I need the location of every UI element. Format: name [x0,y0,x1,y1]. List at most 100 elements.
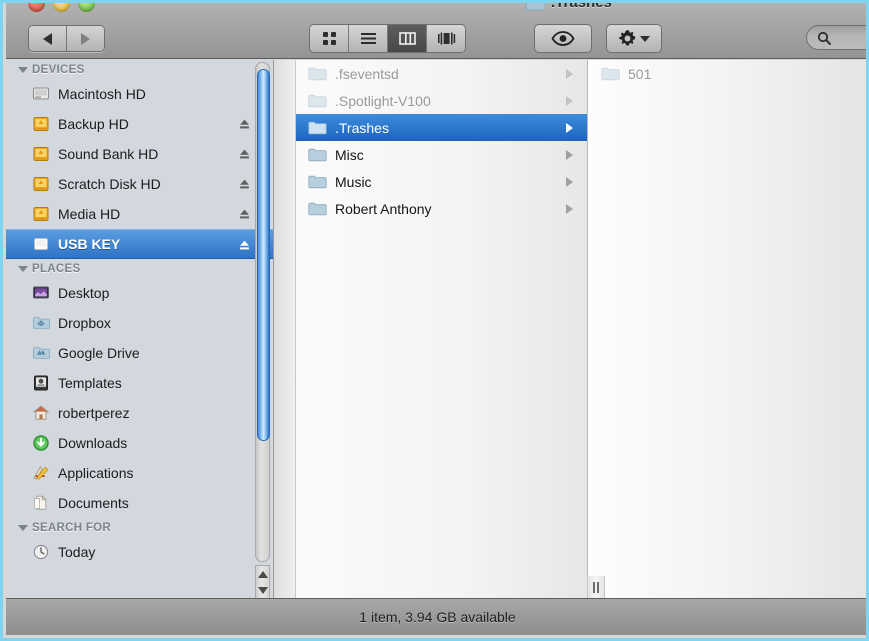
folder-icon [308,174,327,189]
folder-icon [525,0,545,11]
column-gutter [274,60,296,601]
folder-icon [601,66,620,81]
item-name: Robert Anthony [335,201,432,217]
forward-button[interactable] [66,26,104,51]
chevron-left-icon [43,33,52,45]
eject-icon[interactable] [238,178,251,191]
sidebar-item-applications[interactable]: Applications [6,458,273,488]
sidebar-item-sound-bank-hd[interactable]: Sound Bank HD [6,139,273,169]
templates-icon [32,374,50,392]
chevron-right-icon[interactable] [566,150,573,160]
sidebar-section-header[interactable]: PLACES [6,259,273,278]
folder-icon [308,93,327,108]
quicklook-button[interactable] [534,24,592,53]
icon-grid-icon [321,30,338,47]
disclosure-triangle-icon[interactable] [18,67,28,73]
downloads-icon [32,434,50,452]
sidebar-scrollbar[interactable] [255,62,270,599]
external-drive-icon [32,205,50,223]
disclosure-triangle-icon[interactable] [18,525,28,531]
coverflow-icon [436,30,457,47]
chevron-right-icon[interactable] [566,69,573,79]
list-item[interactable]: 501 [589,60,869,87]
scroll-down-icon[interactable] [258,587,268,594]
columns-icon [398,30,417,47]
sidebar-item-label: Sound Bank HD [58,146,158,162]
sidebar-item-today[interactable]: Today [6,537,273,567]
sidebar-item-templates[interactable]: Templates [6,368,273,398]
zoom-button[interactable] [78,0,95,12]
sidebar-item-label: Media HD [58,206,120,222]
chevron-down-icon [640,36,650,42]
clock-icon [32,543,50,561]
eject-icon[interactable] [238,208,251,221]
eject-icon[interactable] [238,148,251,161]
view-mode-buttons [309,24,466,53]
search-input[interactable] [835,30,869,46]
item-name: Music [335,174,372,190]
icon-view-button[interactable] [310,25,348,52]
column-resize-handle[interactable] [587,576,605,598]
list-item[interactable]: .fseventsd [296,60,587,87]
list-item[interactable]: .Trashes [296,114,587,141]
window-controls [28,0,95,12]
documents-icon [32,494,50,512]
sidebar-item-dropbox[interactable]: Dropbox [6,308,273,338]
coverflow-view-button[interactable] [426,25,465,52]
external-drive-icon [32,115,50,133]
eject-icon[interactable] [238,239,251,252]
sidebar-item-backup-hd[interactable]: Backup HD [6,109,273,139]
sidebar-item-macintosh-hd[interactable]: Macintosh HD [6,79,273,109]
sidebar-item-google-drive[interactable]: Google Drive [6,338,273,368]
column-browser: .fseventsd.Spotlight-V100.TrashesMisc Mus… [274,60,869,601]
chevron-right-icon [81,33,90,45]
sidebar-item-scratch-disk-hd[interactable]: Scratch Disk HD [6,169,273,199]
back-button[interactable] [29,26,66,51]
sidebar-item-label: Dropbox [58,315,111,331]
sidebar-item-desktop[interactable]: Desktop [6,278,273,308]
scroll-up-icon[interactable] [258,571,268,578]
close-button[interactable] [28,0,45,12]
chevron-right-icon[interactable] [566,177,573,187]
sidebar-section-header[interactable]: DEVICES [6,60,273,79]
sidebar-item-label: Desktop [58,285,109,301]
minimize-button[interactable] [53,0,70,12]
scrollbar-track[interactable] [255,62,270,562]
sidebar-item-media-hd[interactable]: Media HD [6,199,273,229]
scrollbar-arrows[interactable] [255,565,270,599]
column-two[interactable]: 501 [589,60,869,601]
sidebar-item-downloads[interactable]: Downloads [6,428,273,458]
search-field[interactable] [806,25,869,50]
action-menu-button[interactable] [606,24,662,53]
usb-drive-icon [32,235,50,253]
list-item[interactable]: .Spotlight-V100 [296,87,587,114]
sidebar-item-documents[interactable]: Documents [6,488,273,518]
sidebar-item-label: robertperez [58,405,130,421]
resize-bar [593,582,595,593]
external-drive-icon [32,175,50,193]
column-view-button[interactable] [387,25,426,52]
scrollbar-thumb[interactable] [257,69,270,441]
list-item[interactable]: Robert Anthony [296,195,587,222]
external-drive-icon [32,145,50,163]
disclosure-triangle-icon[interactable] [18,266,28,272]
resize-bar [597,582,599,593]
chevron-right-icon[interactable] [566,204,573,214]
list-item[interactable]: Music [296,168,587,195]
eject-icon[interactable] [238,118,251,131]
sidebar-section-label: SEARCH FOR [32,522,111,534]
sidebar-item-usb-key[interactable]: USB KEY [6,229,273,259]
sidebar-item-robertperez[interactable]: robertperez [6,398,273,428]
list-item[interactable]: Misc [296,141,587,168]
chevron-right-icon[interactable] [566,96,573,106]
column-one[interactable]: .fseventsd.Spotlight-V100.TrashesMisc Mus… [296,60,588,601]
navigation-buttons [28,25,105,52]
sidebar: DEVICES Macintosh HD Backup HD Sound Bank H… [6,60,274,601]
sidebar-section-label: DEVICES [32,64,85,76]
sidebar-item-label: Backup HD [58,116,129,132]
chevron-right-icon[interactable] [566,123,573,133]
sidebar-item-label: Templates [58,375,122,391]
list-view-button[interactable] [348,25,387,52]
toolbar: .Trashes [6,3,869,59]
sidebar-section-header[interactable]: SEARCH FOR [6,518,273,537]
